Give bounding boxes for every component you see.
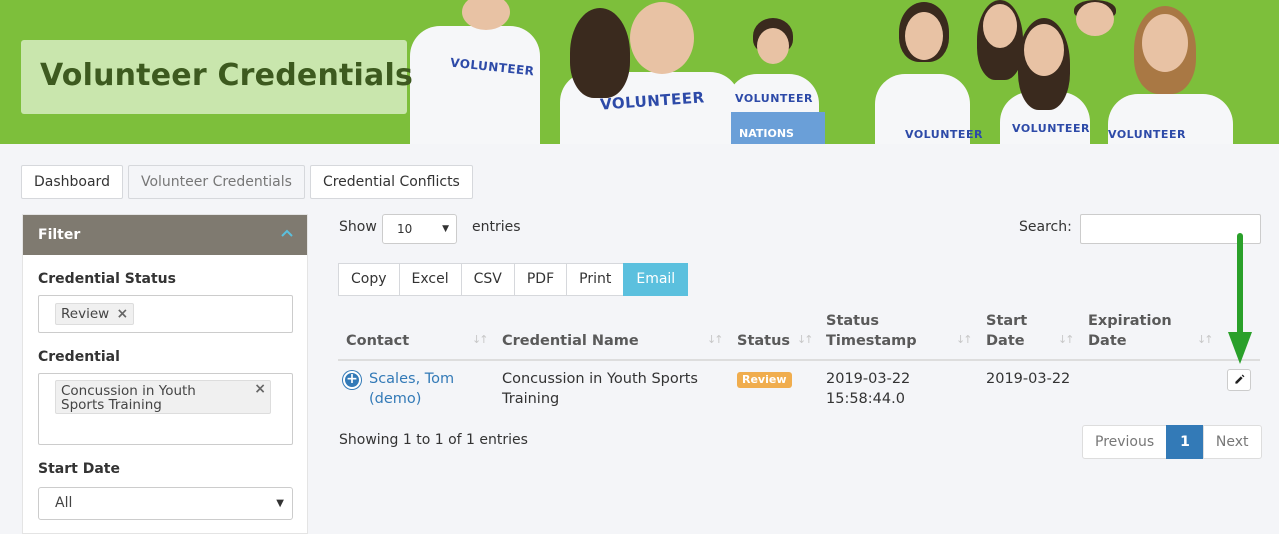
shirt-text: VOLUNTEER: [1108, 128, 1186, 141]
tab-credential-conflicts[interactable]: Credential Conflicts: [309, 165, 473, 199]
col-contact-label: Contact: [346, 333, 410, 349]
start-date-label: Start Date: [38, 461, 120, 477]
credential-select[interactable]: Concussion in Youth Sports Training ×: [38, 373, 293, 445]
sort-icon[interactable]: ↓↑: [707, 333, 724, 346]
edit-button[interactable]: [1227, 369, 1251, 391]
expand-row-icon[interactable]: +: [343, 371, 361, 389]
sort-icon[interactable]: ↓↑: [1058, 333, 1075, 346]
col-credential-name-label: Credential Name: [502, 333, 639, 349]
next-button[interactable]: Next: [1202, 425, 1262, 459]
copy-button[interactable]: Copy: [338, 263, 400, 296]
table-row: + Scales, Tom (demo) Concussion in Youth…: [338, 361, 1260, 421]
start-date-cell: 2019-03-22: [986, 371, 1071, 387]
print-button[interactable]: Print: [566, 263, 625, 296]
contact-name: Scales, Tom: [369, 371, 455, 387]
col-expiration-date-line2: Date: [1088, 333, 1127, 349]
col-expiration-date-line1: Expiration: [1088, 313, 1172, 329]
filter-panel: Filter Credential Status Review × Creden…: [22, 214, 308, 534]
status-badge: Review: [737, 372, 792, 388]
pdf-button[interactable]: PDF: [513, 263, 568, 296]
timestamp-time: 15:58:44.0: [826, 391, 905, 407]
status-timestamp-cell: 2019-03-22 15:58:44.0: [826, 369, 910, 409]
col-start-date-line2: Date: [986, 333, 1025, 349]
pagination: Previous 1 Next: [1082, 425, 1262, 459]
credential-status-select[interactable]: Review ×: [38, 295, 293, 333]
sort-icon[interactable]: ↓↑: [956, 333, 973, 346]
page-1-button[interactable]: 1: [1166, 425, 1204, 459]
timestamp-date: 2019-03-22: [826, 371, 911, 387]
page-title: Volunteer Credentials: [40, 58, 414, 93]
entries-label: entries: [472, 219, 521, 235]
header-banner: VOLUNTEER VOLUNTEER VOLUNTEER NATIONS VO…: [0, 0, 1279, 144]
remove-chip-icon[interactable]: ×: [116, 304, 128, 324]
col-status-timestamp[interactable]: Status Timestamp: [826, 311, 917, 351]
credential-status-label: Credential Status: [38, 271, 176, 287]
col-start-date-line1: Start: [986, 313, 1028, 329]
col-status-label: Status: [737, 333, 791, 349]
start-date-value: All: [55, 495, 73, 511]
show-label: Show: [339, 219, 377, 235]
banner-photo-right: VOLUNTEER VOLUNTEER VOLUNTEER: [870, 0, 1240, 144]
start-date-select[interactable]: All ▼: [38, 487, 293, 520]
previous-button[interactable]: Previous: [1082, 425, 1168, 459]
excel-button[interactable]: Excel: [398, 263, 462, 296]
email-button[interactable]: Email: [623, 263, 689, 296]
contact-link[interactable]: Scales, Tom (demo): [369, 369, 454, 409]
shirt-text: VOLUNTEER: [735, 92, 813, 105]
pencil-icon: [1235, 374, 1245, 384]
col-status-timestamp-line1: Status: [826, 313, 880, 329]
sort-icon[interactable]: ↓↑: [797, 333, 814, 346]
table-header: Contact ↓↑ Credential Name ↓↑ Status ↓↑ …: [338, 309, 1260, 361]
col-contact[interactable]: Contact: [346, 331, 409, 351]
remove-chip-icon[interactable]: ×: [254, 382, 266, 396]
filter-header[interactable]: Filter: [23, 215, 307, 255]
tab-volunteer-credentials[interactable]: Volunteer Credentials: [127, 165, 305, 199]
credential-name-line1: Concussion in Youth Sports: [502, 371, 698, 387]
caret-down-icon: ▼: [276, 498, 284, 509]
filter-title: Filter: [38, 227, 81, 243]
chevron-up-icon[interactable]: [281, 228, 293, 240]
box-text: NATIONS: [739, 127, 794, 140]
contact-demo: (demo): [369, 391, 422, 407]
sort-icon[interactable]: ↓↑: [1197, 333, 1214, 346]
page-size-value: 10: [397, 222, 413, 236]
export-buttons: Copy Excel CSV PDF Print Email: [338, 263, 689, 296]
credential-chip-line1: Concussion in Youth: [61, 383, 196, 399]
status-chip-label: Review: [61, 306, 110, 322]
caret-down-icon: ▼: [442, 224, 449, 234]
credential-name-line2: Training: [502, 391, 560, 407]
col-credential-name[interactable]: Credential Name: [502, 331, 639, 351]
credential-name-cell: Concussion in Youth Sports Training: [502, 369, 698, 409]
csv-button[interactable]: CSV: [460, 263, 515, 296]
status-chip: Review ×: [55, 303, 135, 325]
col-status-timestamp-line2: Timestamp: [826, 333, 917, 349]
search-label: Search:: [1019, 219, 1072, 235]
nav-tabs: Dashboard Volunteer Credentials Credenti…: [21, 165, 473, 199]
banner-photo-left: VOLUNTEER VOLUNTEER VOLUNTEER NATIONS: [400, 0, 830, 144]
credential-chip-line2: Sports Training: [61, 397, 162, 413]
credential-chip: Concussion in Youth Sports Training ×: [55, 380, 271, 414]
credential-label: Credential: [38, 349, 120, 365]
table-info: Showing 1 to 1 of 1 entries: [339, 432, 528, 448]
banner-title-box: Volunteer Credentials: [21, 40, 413, 114]
col-expiration-date[interactable]: Expiration Date: [1088, 311, 1172, 351]
tab-dashboard[interactable]: Dashboard: [21, 165, 123, 199]
sort-icon[interactable]: ↓↑: [472, 333, 489, 346]
page-size-select[interactable]: 10 ▼: [382, 214, 457, 244]
col-status[interactable]: Status: [737, 331, 790, 351]
annotation-arrow-icon: [1228, 233, 1252, 364]
col-start-date[interactable]: Start Date: [986, 311, 1027, 351]
